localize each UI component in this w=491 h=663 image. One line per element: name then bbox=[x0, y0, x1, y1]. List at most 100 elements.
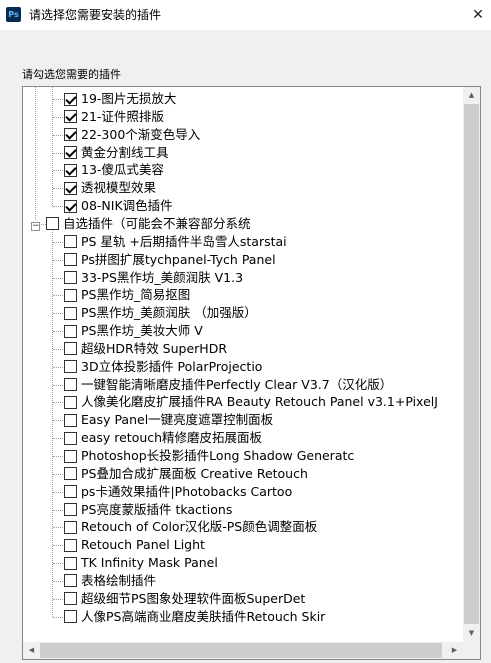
plugin-item[interactable]: Ps拼图扩展tychpanel-Tych Panel bbox=[64, 251, 276, 269]
plugin-item[interactable]: TK Infinity Mask Panel bbox=[64, 554, 218, 572]
item-label: 3D立体投影插件 PolarProjectio bbox=[81, 358, 263, 374]
item-label: 19-图片无损放大 bbox=[81, 91, 177, 106]
checkbox[interactable] bbox=[64, 235, 77, 249]
vertical-scrollbar[interactable]: ▲ ▼ bbox=[463, 87, 480, 642]
tree-guide-line bbox=[53, 170, 63, 172]
item-label: 自选插件（可能会不兼容部分系统 bbox=[63, 215, 251, 231]
tree-guide-line bbox=[53, 134, 63, 136]
collapse-icon[interactable]: − bbox=[31, 222, 40, 231]
checkbox[interactable] bbox=[64, 324, 77, 338]
tree-guide-line bbox=[53, 438, 63, 440]
plugin-item[interactable]: 一键智能清晰磨皮插件Perfectly Clear V3.7（汉化版） bbox=[64, 376, 392, 394]
checkbox[interactable] bbox=[64, 378, 77, 392]
plugin-item[interactable]: 表格绘制插件 bbox=[64, 572, 156, 590]
tree-guide-line bbox=[35, 87, 36, 220]
plugin-item[interactable]: Retouch of Color汉化版-PS颜色调整面板 bbox=[64, 518, 317, 536]
plugin-item[interactable]: PS叠加合成扩展面板 Creative Retouch bbox=[64, 465, 308, 483]
tree-guide-line bbox=[53, 152, 63, 154]
item-label: Retouch of Color汉化版-PS颜色调整面板 bbox=[81, 519, 318, 535]
plugin-item[interactable]: easy retouch精修磨皮拓展面板 bbox=[64, 429, 262, 447]
tree-guide-line bbox=[53, 473, 63, 475]
plugin-item[interactable]: 08-NIK调色插件 bbox=[64, 197, 173, 215]
checkbox[interactable] bbox=[64, 360, 77, 374]
plugin-item[interactable]: Easy Panel一键亮度遮罩控制面板 bbox=[64, 411, 273, 429]
horizontal-scroll-thumb[interactable] bbox=[40, 643, 442, 658]
plugin-item[interactable]: 人像PS高端商业磨皮美肤插件Retouch Skir bbox=[64, 608, 325, 626]
plugin-item[interactable]: PS 星轨 +后期插件半岛雪人starstai bbox=[64, 233, 287, 251]
item-label: 22-300个渐变色导入 bbox=[81, 126, 201, 142]
tree-guide-line bbox=[53, 456, 63, 457]
checkbox[interactable] bbox=[46, 217, 59, 231]
plugin-item[interactable]: 人像美化磨皮扩展插件RA Beauty Retouch Panel v3.1+P… bbox=[64, 393, 438, 411]
item-label: 超级HDR特效 SuperHDR bbox=[81, 340, 228, 356]
checkbox[interactable] bbox=[64, 253, 77, 267]
checkbox[interactable] bbox=[64, 574, 77, 588]
item-label: easy retouch精修磨皮拓展面板 bbox=[81, 430, 263, 446]
scrollbar-corner bbox=[463, 642, 480, 659]
plugin-item[interactable]: 超级HDR特效 SuperHDR bbox=[64, 340, 227, 358]
plugin-item[interactable]: 21-证件照排版 bbox=[64, 108, 164, 126]
vertical-scroll-thumb[interactable] bbox=[464, 104, 479, 624]
plugin-item[interactable]: 22-300个渐变色导入 bbox=[64, 126, 200, 144]
plugin-item[interactable]: PS亮度蒙版插件 tkactions bbox=[64, 501, 232, 519]
checkbox[interactable] bbox=[64, 503, 77, 517]
checkbox[interactable] bbox=[64, 199, 77, 213]
checkbox[interactable] bbox=[64, 485, 77, 499]
item-label: PS黑作坊_美颜润肤 （加强版） bbox=[81, 305, 257, 321]
checkbox[interactable] bbox=[64, 431, 77, 445]
plugin-item[interactable]: 13-傻瓜式美容 bbox=[64, 161, 164, 179]
close-button[interactable]: ✕ bbox=[465, 0, 491, 30]
plugin-group-optional[interactable]: 自选插件（可能会不兼容部分系统 bbox=[46, 215, 251, 233]
tree-guide-line bbox=[53, 295, 63, 297]
plugin-item[interactable]: 黄金分割线工具 bbox=[64, 144, 169, 162]
plugin-item[interactable]: ps卡通效果插件|Photobacks Cartoo bbox=[64, 483, 292, 501]
checkbox[interactable] bbox=[64, 520, 77, 534]
checkbox[interactable] bbox=[64, 592, 77, 606]
plugin-item[interactable]: PS黑作坊_美颜润肤 （加强版） bbox=[64, 304, 257, 322]
plugin-item[interactable]: PS黑作坊_简易抠图 bbox=[64, 286, 190, 304]
checkbox[interactable] bbox=[64, 342, 77, 356]
scroll-right-arrow-icon[interactable]: ▶ bbox=[446, 642, 463, 659]
tree-guide-line bbox=[53, 259, 63, 261]
checkbox[interactable] bbox=[64, 538, 77, 552]
checkbox[interactable] bbox=[64, 449, 77, 463]
checkbox[interactable] bbox=[64, 110, 77, 124]
checkbox[interactable] bbox=[64, 610, 77, 624]
item-label: 人像PS高端商业磨皮美肤插件Retouch Skir bbox=[81, 608, 326, 624]
plugin-item[interactable]: Retouch Panel Light bbox=[64, 536, 205, 554]
item-label: Retouch Panel Light bbox=[81, 537, 205, 553]
item-label: 黄金分割线工具 bbox=[81, 144, 169, 160]
tree-guide-line bbox=[53, 384, 63, 386]
scroll-up-arrow-icon[interactable]: ▲ bbox=[463, 87, 480, 104]
checkbox[interactable] bbox=[64, 92, 77, 106]
item-label: 13-傻瓜式美容 bbox=[81, 162, 164, 178]
plugin-item[interactable]: 33-PS黑作坊_美颜润肤 V1.3 bbox=[64, 269, 243, 287]
plugin-item[interactable]: Photoshop长投影插件Long Shadow Generatc bbox=[64, 447, 354, 465]
tree-guide-line bbox=[53, 241, 63, 243]
plugin-item[interactable]: 透视模型效果 bbox=[64, 179, 156, 197]
plugin-item[interactable]: 3D立体投影插件 PolarProjectio bbox=[64, 358, 262, 376]
plugin-item[interactable]: 超级细节PS图象处理软件面板SuperDet bbox=[64, 590, 305, 608]
checkbox[interactable] bbox=[64, 556, 77, 570]
checkbox[interactable] bbox=[64, 288, 77, 302]
item-label: 超级细节PS图象处理软件面板SuperDet bbox=[81, 590, 306, 606]
checkbox[interactable] bbox=[64, 181, 77, 195]
scroll-down-arrow-icon[interactable]: ▼ bbox=[463, 625, 480, 642]
checkbox[interactable] bbox=[64, 271, 77, 284]
horizontal-scrollbar[interactable]: ◀ ▶ bbox=[23, 642, 463, 659]
checkbox[interactable] bbox=[64, 306, 77, 320]
plugin-item[interactable]: 19-图片无损放大 bbox=[64, 90, 176, 108]
tree-guide-line bbox=[53, 616, 63, 618]
checkbox[interactable] bbox=[64, 395, 77, 409]
checkbox[interactable] bbox=[64, 128, 77, 142]
item-label: 08-NIK调色插件 bbox=[81, 198, 173, 214]
checkbox[interactable] bbox=[64, 146, 77, 160]
tree-content: − 19-图片无损放大 21-证件照排版 22-300个渐变色导入 黄金分割线工具 13… bbox=[23, 87, 463, 642]
checkbox[interactable] bbox=[64, 413, 77, 427]
scroll-left-arrow-icon[interactable]: ◀ bbox=[23, 642, 40, 659]
plugin-item[interactable]: PS黑作坊_美妆大师 V bbox=[64, 322, 203, 340]
tree-guide-line bbox=[53, 331, 63, 333]
checkbox[interactable] bbox=[64, 163, 77, 177]
item-label: PS叠加合成扩展面板 Creative Retouch bbox=[81, 465, 308, 481]
checkbox[interactable] bbox=[64, 467, 77, 481]
